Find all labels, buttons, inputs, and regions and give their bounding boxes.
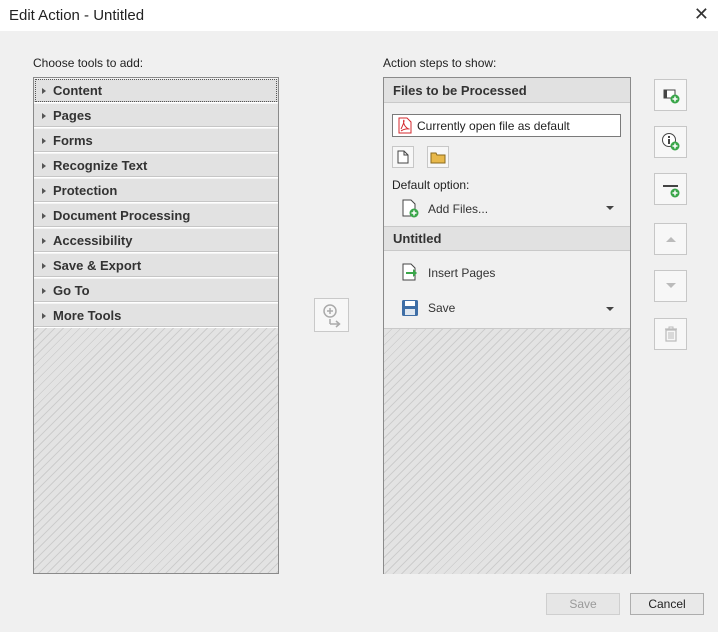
expand-caret-icon xyxy=(42,287,46,294)
expand-caret-icon xyxy=(42,212,46,219)
tool-category-recognize-text[interactable]: Recognize Text xyxy=(34,153,278,178)
close-icon[interactable]: ✕ xyxy=(694,5,709,23)
add-to-steps-button[interactable] xyxy=(314,298,349,332)
instruction-info-icon xyxy=(661,133,679,151)
default-option-label: Default option: xyxy=(392,178,470,192)
save-step-dropdown-icon[interactable] xyxy=(606,307,614,311)
arrow-down-icon xyxy=(665,283,676,288)
tool-category-label: Forms xyxy=(53,133,93,148)
add-file-icon xyxy=(402,199,419,218)
pdf-file-icon xyxy=(398,117,412,134)
expand-caret-icon xyxy=(42,237,46,244)
save-button[interactable]: Save xyxy=(546,593,620,615)
tool-category-label: Go To xyxy=(53,283,90,298)
add-files-label: Add Files... xyxy=(428,202,489,216)
cancel-button[interactable]: Cancel xyxy=(630,593,704,615)
window-title: Edit Action - Untitled xyxy=(9,7,145,24)
step-save[interactable]: Save xyxy=(401,299,455,317)
save-disk-icon xyxy=(402,300,418,316)
expand-caret-icon xyxy=(42,187,46,194)
tool-category-pages[interactable]: Pages xyxy=(34,103,278,128)
tool-category-label: More Tools xyxy=(53,308,122,323)
tool-category-go-to[interactable]: Go To xyxy=(34,278,278,303)
tool-category-protection[interactable]: Protection xyxy=(34,178,278,203)
arrow-up-icon xyxy=(665,237,676,242)
move-up-button[interactable] xyxy=(654,223,687,255)
tool-category-more-tools[interactable]: More Tools xyxy=(34,303,278,328)
add-files-step-button[interactable] xyxy=(654,79,687,111)
tool-category-label: Accessibility xyxy=(53,233,133,248)
tool-category-label: Recognize Text xyxy=(53,158,148,173)
title-bar: Edit Action - Untitled ✕ xyxy=(0,0,718,31)
browse-folder-button[interactable] xyxy=(427,146,449,168)
new-file-button[interactable] xyxy=(392,146,414,168)
tool-category-save-export[interactable]: Save & Export xyxy=(34,253,278,278)
expand-caret-icon xyxy=(42,87,46,94)
tool-category-content[interactable]: Content xyxy=(34,78,278,103)
add-files-dropdown-icon[interactable] xyxy=(606,206,614,210)
tool-category-label: Pages xyxy=(53,108,92,123)
tool-category-document-processing[interactable]: Document Processing xyxy=(34,203,278,228)
blank-page-icon xyxy=(397,150,409,164)
step-save-label: Save xyxy=(428,301,456,315)
tool-category-label: Content xyxy=(53,83,103,98)
steps-heading: Action steps to show: xyxy=(383,56,497,70)
add-files-option[interactable]: Add Files... xyxy=(401,199,488,219)
untitled-section-header[interactable]: Untitled xyxy=(384,226,630,251)
tools-heading: Choose tools to add: xyxy=(33,56,144,70)
add-files-icon xyxy=(663,89,679,104)
tool-category-accessibility[interactable]: Accessibility xyxy=(34,228,278,253)
add-panel-divider-button[interactable] xyxy=(654,173,687,205)
step-insert-pages-label: Insert Pages xyxy=(428,266,496,280)
tool-category-label: Save & Export xyxy=(53,258,142,273)
expand-caret-icon xyxy=(42,262,46,269)
current-file-field[interactable]: Currently open file as default xyxy=(392,114,621,137)
files-section-header[interactable]: Files to be Processed xyxy=(384,78,630,103)
tool-category-forms[interactable]: Forms xyxy=(34,128,278,153)
expand-caret-icon xyxy=(42,137,46,144)
action-steps-panel: Files to be Processed Currently open fil… xyxy=(383,77,631,574)
step-insert-pages[interactable]: Insert Pages xyxy=(401,263,495,283)
add-divider-icon xyxy=(662,185,679,198)
trash-icon xyxy=(664,326,677,342)
add-instruction-button[interactable] xyxy=(654,126,687,158)
tool-category-label: Protection xyxy=(53,183,118,198)
expand-caret-icon xyxy=(42,162,46,169)
tools-list: Content Pages Forms Recognize Text Protectio… xyxy=(33,77,279,574)
expand-caret-icon xyxy=(42,112,46,119)
steps-empty-area xyxy=(384,328,630,574)
folder-icon xyxy=(430,152,446,163)
current-file-label: Currently open file as default xyxy=(417,118,570,133)
move-down-button[interactable] xyxy=(654,270,687,302)
expand-caret-icon xyxy=(42,312,46,319)
add-arrow-icon xyxy=(323,304,341,328)
tool-category-label: Document Processing xyxy=(53,208,191,223)
insert-pages-icon xyxy=(402,263,417,281)
delete-step-button[interactable] xyxy=(654,318,687,350)
